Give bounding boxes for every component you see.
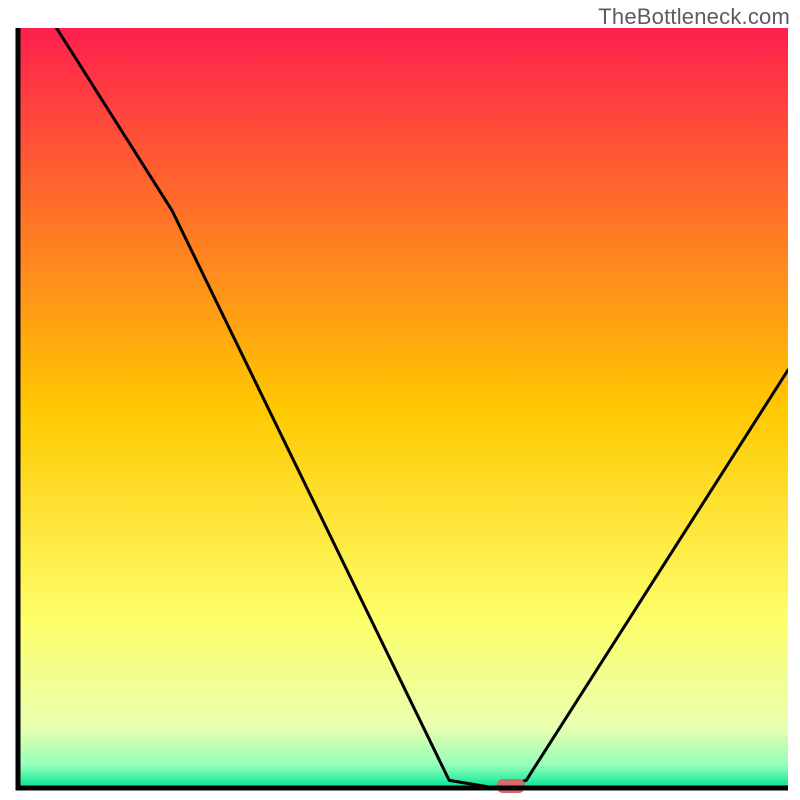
bottleneck-chart: [0, 0, 800, 800]
chart-container: { "watermark": "TheBottleneck.com", "cha…: [0, 0, 800, 800]
plot-background: [18, 28, 788, 788]
watermark-text: TheBottleneck.com: [598, 4, 790, 30]
